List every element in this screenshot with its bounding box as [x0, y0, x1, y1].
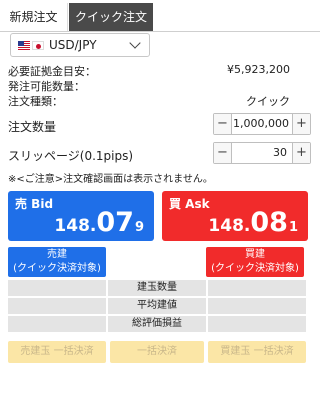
currency-pair-select[interactable]: USD/JPY: [10, 33, 150, 57]
slippage-increment-button[interactable]: +: [292, 143, 310, 163]
quantity-decrement-button[interactable]: −: [214, 114, 232, 134]
buy-average-cell: [208, 298, 306, 314]
position-row-pnl: 総評価損益: [8, 316, 306, 332]
sell-bid-button[interactable]: 売 Bid 148.079: [8, 191, 154, 241]
sell-bulk-settle-button[interactable]: 売建玉 一括決済: [8, 341, 106, 363]
sell-pnl-cell: [8, 316, 106, 332]
buy-position-header[interactable]: 買建 (クイック決済対象): [206, 247, 304, 277]
ask-side-label: 買 Ask: [169, 197, 210, 211]
tabs-divider: [0, 31, 320, 32]
position-average-label: 平均建値: [108, 298, 206, 314]
required-margin-value: ¥5,923,200: [227, 63, 290, 76]
confirmation-notice: ※<ご注意>注文確認画面は表示されません。: [8, 174, 213, 185]
sell-position-subtitle: (クイック決済対象): [13, 263, 101, 274]
position-pnl-label: 総評価損益: [108, 316, 206, 332]
order-quantity-label: 注文数量: [8, 120, 57, 134]
buy-bulk-settle-button[interactable]: 買建玉 一括決済: [208, 341, 306, 363]
order-type-value: クイック: [246, 95, 290, 108]
sell-average-cell: [8, 298, 106, 314]
position-row-average: 平均建値: [8, 298, 306, 314]
buy-position-title: 買建: [245, 249, 265, 260]
bid-side-label: 売 Bid: [15, 197, 54, 211]
sell-position-header[interactable]: 売建 (クイック決済対象): [8, 247, 106, 277]
orderable-quantity-label: 発注可能数量：: [8, 80, 85, 93]
bid-price-big: 07: [96, 207, 134, 238]
position-quantity-label: 建玉数量: [108, 280, 206, 296]
slippage-decrement-button[interactable]: −: [214, 143, 232, 163]
order-type-label: 注文種類：: [8, 95, 63, 108]
currency-pair-label: USD/JPY: [49, 38, 97, 52]
bid-price: 148.079: [54, 207, 144, 238]
order-quantity-stepper: − 1,000,000 +: [213, 113, 311, 135]
ask-price: 148.081: [208, 207, 298, 238]
ask-price-big: 08: [250, 207, 288, 238]
sell-quantity-cell: [8, 280, 106, 296]
buy-position-subtitle: (クイック決済対象): [211, 263, 299, 274]
order-quantity-input[interactable]: 1,000,000: [233, 114, 291, 134]
bid-price-head: 148.: [54, 216, 97, 236]
bid-price-pip: 9: [134, 220, 144, 235]
quantity-increment-button[interactable]: +: [292, 114, 310, 134]
buy-pnl-cell: [208, 316, 306, 332]
tab-new-order[interactable]: 新規注文: [0, 3, 68, 31]
position-row-quantity: 建玉数量: [8, 280, 306, 296]
buy-ask-button[interactable]: 買 Ask 148.081: [162, 191, 308, 241]
required-margin-label: 必要証拠金目安：: [8, 65, 96, 78]
chevron-down-icon: [129, 37, 141, 49]
tab-quick-order[interactable]: クイック注文: [69, 3, 153, 31]
slippage-label: スリッページ(0.1pips): [8, 149, 134, 163]
ask-price-pip: 1: [288, 220, 298, 235]
order-tabs: 新規注文 クイック注文: [0, 0, 320, 32]
sell-position-title: 売建: [47, 249, 67, 260]
jp-flag-icon: [32, 41, 44, 50]
slippage-input[interactable]: 30: [233, 143, 291, 163]
us-flag-icon: [18, 41, 30, 50]
slippage-stepper: − 30 +: [213, 142, 311, 164]
ask-price-head: 148.: [208, 216, 251, 236]
buy-quantity-cell: [208, 280, 306, 296]
bulk-settle-button[interactable]: 一括決済: [110, 341, 204, 363]
